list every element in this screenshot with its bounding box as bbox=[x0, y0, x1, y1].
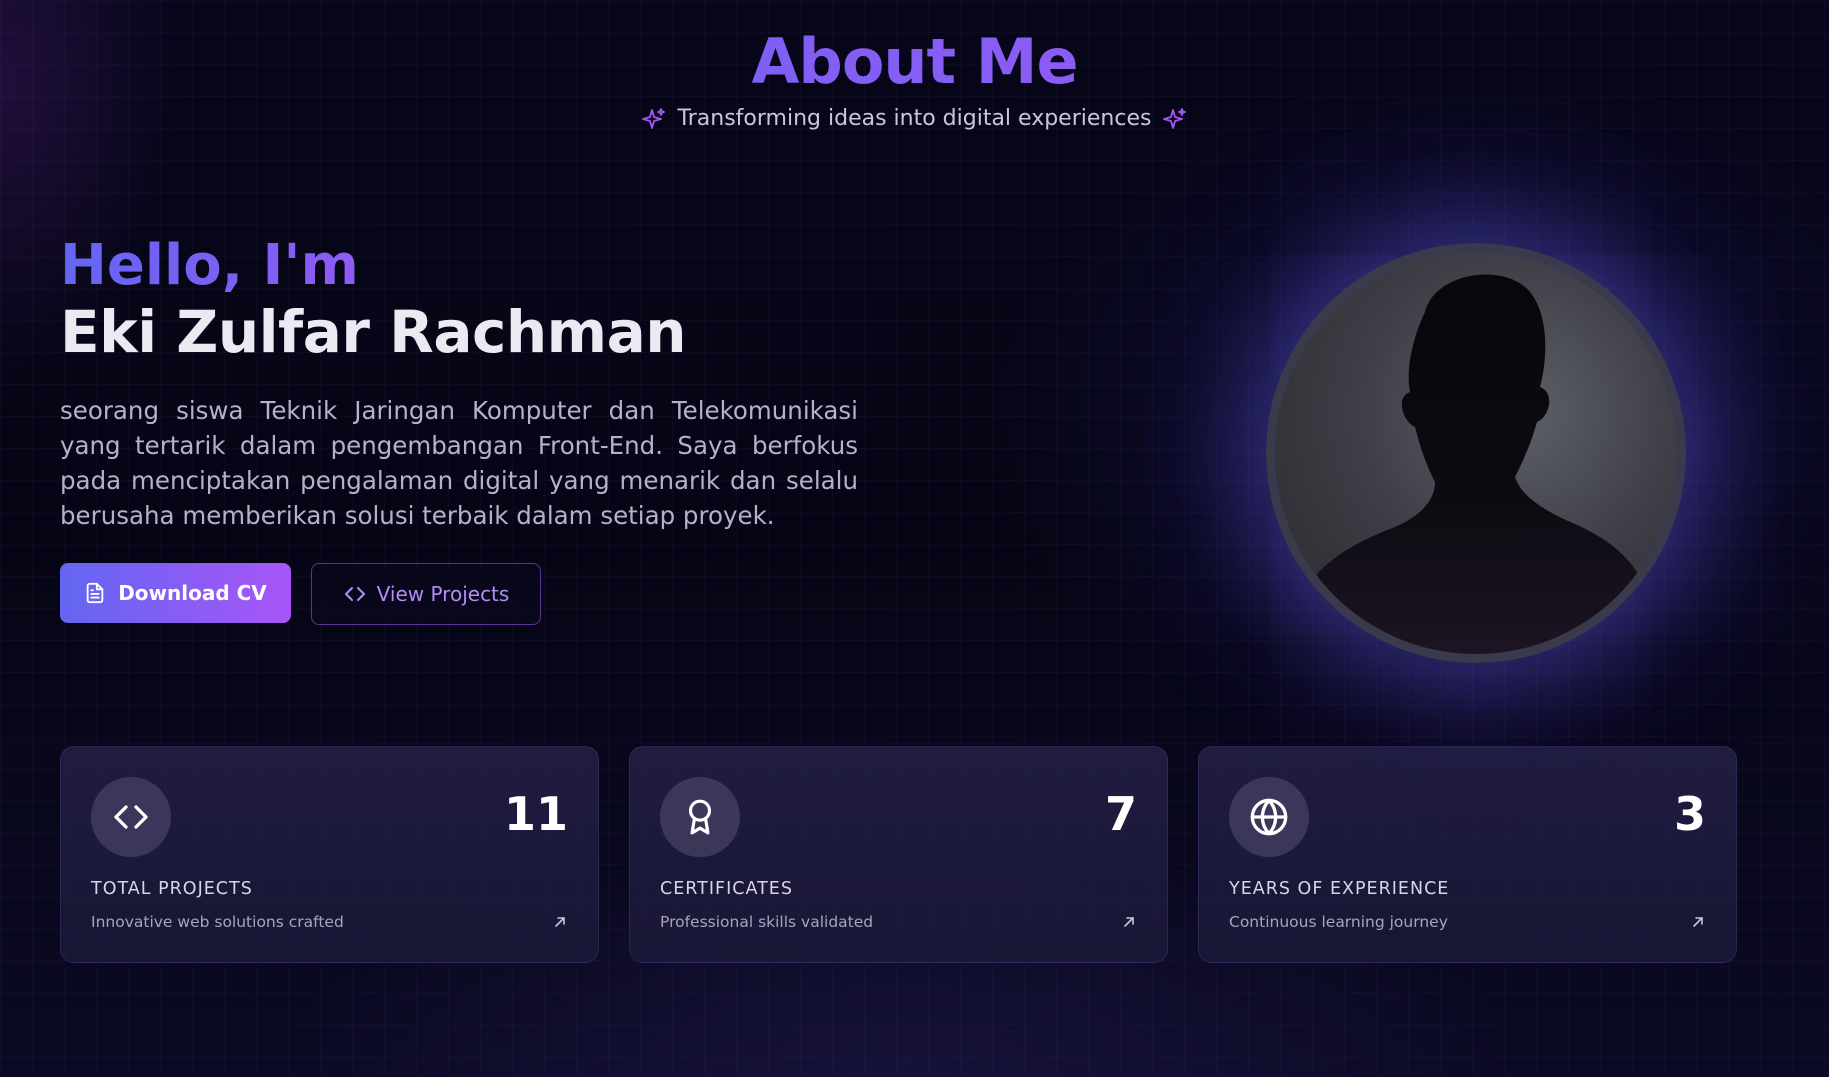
arrow-up-right-icon bbox=[1693, 917, 1703, 927]
stat-description: Innovative web solutions crafted bbox=[91, 913, 344, 931]
award-icon bbox=[688, 799, 712, 835]
stat-description: Professional skills validated bbox=[660, 913, 874, 931]
stat-value: 11 bbox=[503, 787, 568, 841]
profile-name: Eki Zulfar Rachman bbox=[60, 298, 687, 367]
globe-icon bbox=[1250, 798, 1288, 836]
stat-label: CERTIFICATES bbox=[660, 879, 793, 899]
stat-icon-wrapper bbox=[91, 777, 171, 857]
stat-icon-wrapper bbox=[1229, 777, 1309, 857]
download-cv-label: Download CV bbox=[118, 580, 267, 605]
stat-card-experience[interactable]: 3 YEARS OF EXPERIENCE Continuous learnin… bbox=[1198, 746, 1737, 963]
document-icon bbox=[86, 582, 104, 604]
arrow-up-right-icon bbox=[1124, 917, 1134, 927]
subtitle-row: Transforming ideas into digital experien… bbox=[0, 106, 1829, 131]
sparkle-icon bbox=[641, 107, 665, 129]
action-buttons: Download CV View Projects bbox=[60, 562, 860, 625]
code-icon bbox=[114, 805, 148, 829]
stat-label: YEARS OF EXPERIENCE bbox=[1229, 879, 1450, 899]
about-page: About Me Transforming ideas into digital… bbox=[0, 0, 1829, 1077]
view-projects-label: View Projects bbox=[376, 581, 510, 606]
intro-section: Hello, I'm Eki Zulfar Rachman seorang si… bbox=[60, 232, 860, 625]
stat-card-projects[interactable]: 11 TOTAL PROJECTS Innovative web solutio… bbox=[60, 746, 599, 963]
stat-description: Continuous learning journey bbox=[1229, 913, 1448, 931]
stat-value: 3 bbox=[1673, 787, 1706, 841]
stat-icon-wrapper bbox=[660, 777, 740, 857]
stat-value: 7 bbox=[1104, 787, 1137, 841]
sparkle-icon bbox=[1163, 107, 1187, 129]
view-projects-button[interactable]: View Projects bbox=[311, 562, 541, 625]
download-cv-button[interactable]: Download CV bbox=[60, 562, 291, 623]
stats-row: 11 TOTAL PROJECTS Innovative web solutio… bbox=[60, 746, 1737, 963]
arrow-up-right-icon bbox=[555, 917, 565, 927]
avatar bbox=[1266, 243, 1686, 663]
stat-card-certificates[interactable]: 7 CERTIFICATES Professional skills valid… bbox=[629, 746, 1168, 963]
bio-text: seorang siswa Teknik Jaringan Komputer d… bbox=[60, 395, 858, 530]
code-icon bbox=[344, 586, 365, 601]
section-title: About Me bbox=[0, 27, 1829, 96]
profile-silhouette-image bbox=[1275, 274, 1677, 654]
greeting: Hello, I'm bbox=[60, 232, 860, 299]
avatar-frame bbox=[1266, 243, 1686, 663]
section-header: About Me Transforming ideas into digital… bbox=[0, 27, 1829, 131]
stat-label: TOTAL PROJECTS bbox=[91, 879, 253, 899]
section-subtitle: Transforming ideas into digital experien… bbox=[677, 106, 1152, 132]
